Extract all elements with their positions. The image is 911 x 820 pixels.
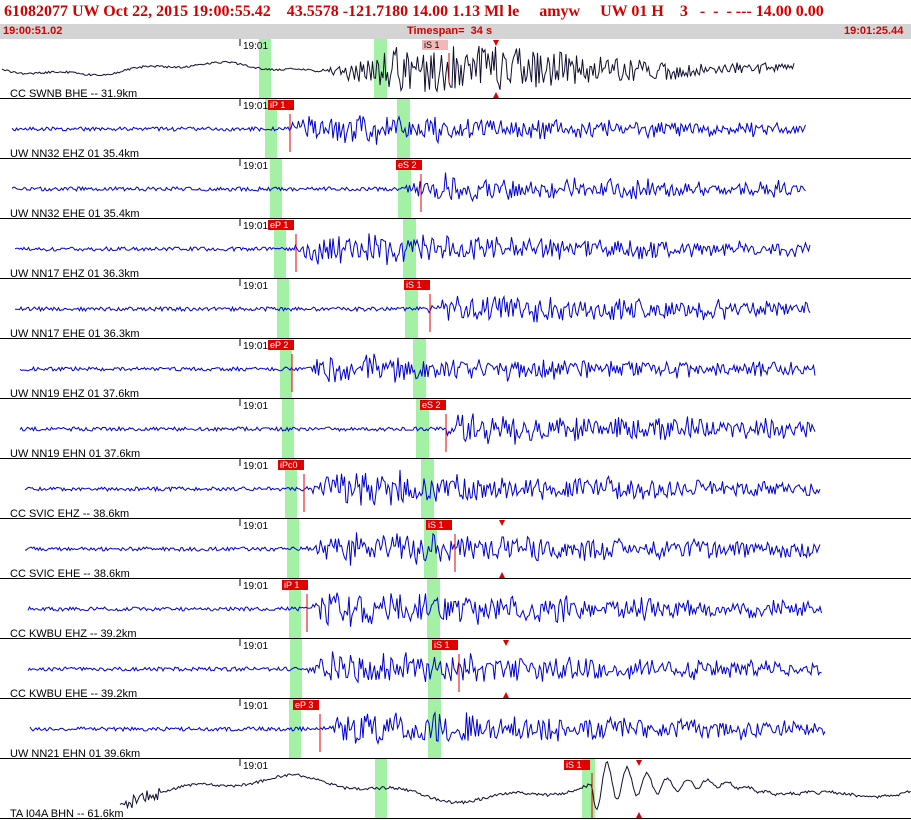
trace-panel[interactable]: 19:01 iS 1TA I04A BHN -- 61.6km	[0, 759, 911, 820]
waveform-trace	[29, 710, 826, 745]
trace-panel[interactable]: 19:01 iPc0CC SVIC EHZ -- 38.6km	[0, 459, 911, 520]
trace-panel[interactable]: 19:01 iS 1CC KWBU EHE -- 39.2km	[0, 639, 911, 700]
pick-label: iS 1	[424, 40, 440, 50]
end-time: 19:01:25.44	[844, 25, 904, 37]
s-window-band	[427, 579, 440, 639]
time-tick-label: 19:01	[243, 221, 268, 232]
pick-label: eP 3	[295, 700, 313, 710]
trace-panel[interactable]: 19:01 iS 1CC SWNB BHE -- 31.9km	[0, 39, 911, 100]
time-tick-label: 19:01	[243, 701, 268, 712]
trace-panel[interactable]: 19:01 eP 3UW NN21 EHN 01 39.6km	[0, 699, 911, 760]
time-tick-label: 19:01	[243, 161, 268, 172]
pick-label: eS 2	[398, 160, 417, 170]
event-header: 61082077 UW Oct 22, 2015 19:00:55.42 43.…	[0, 0, 911, 24]
timespan-label: Timespan= 34 s	[407, 25, 493, 37]
time-tick-label: 19:01	[243, 581, 268, 592]
pick-label: iPc0	[280, 460, 298, 470]
pick-label: iS 1	[566, 760, 582, 770]
s-window-band	[403, 219, 416, 279]
trace-panel[interactable]: 19:01 iP 1UW NN32 EHZ 01 35.4km	[0, 99, 911, 160]
seismogram-panel[interactable]: 19:01 iS 1CC SWNB BHE -- 31.9km19:01 iP 1U…	[0, 39, 911, 820]
s-window-band	[397, 99, 410, 159]
arrival-marker-top	[503, 640, 509, 646]
pick-label: eP 2	[270, 340, 288, 350]
time-tick-label: 19:01	[243, 761, 268, 772]
pick-label: iS 1	[406, 280, 422, 290]
waveform-trace	[27, 651, 822, 684]
pick-label: eP 1	[270, 220, 288, 230]
time-tick-label: 19:01	[243, 461, 268, 472]
time-tick-label: 19:01	[243, 521, 268, 532]
arrival-marker-bottom	[503, 692, 509, 698]
waveform-trace	[119, 760, 911, 811]
arrival-marker-bottom	[499, 572, 505, 578]
arrival-marker-bottom	[493, 92, 499, 98]
start-time: 19:00:51.02	[3, 25, 63, 37]
pick-label: iS 1	[428, 520, 444, 530]
trace-panel[interactable]: 19:01 iS 1UW NN17 EHE 01 36.3km	[0, 279, 911, 340]
arrival-marker-top	[499, 520, 505, 526]
trace-panel[interactable]: 19:01 iP 1CC KWBU EHZ -- 39.2km	[0, 579, 911, 640]
trace-panel[interactable]: 19:01 eS 2UW NN32 EHE 01 35.4km	[0, 159, 911, 220]
trace-panel[interactable]: 19:01 eS 2UW NN19 EHN 01 37.6km	[0, 399, 911, 460]
waveform-trace	[24, 532, 821, 566]
time-tick-label: 19:01	[243, 341, 268, 352]
waveform-trace	[27, 592, 822, 627]
pick-label: eS 2	[422, 400, 441, 410]
time-tick-label: 19:01	[243, 101, 268, 112]
event-title: 61082077 UW Oct 22, 2015 19:00:55.42 43.…	[4, 3, 824, 20]
time-tick-label: 19:01	[243, 401, 268, 412]
pick-label: iP 1	[270, 100, 285, 110]
pick-label: iS 1	[434, 640, 450, 650]
arrival-marker-top	[636, 760, 642, 766]
time-bar: 19:00:51.02 Timespan= 34 s 19:01:25.44	[0, 24, 911, 39]
trace-panel[interactable]: 19:01 iS 1CC SVIC EHE -- 38.6km	[0, 519, 911, 580]
time-tick-label: 19:01	[243, 641, 268, 652]
time-tick-label: 19:01	[243, 281, 268, 292]
arrival-marker-top	[493, 40, 499, 46]
waveform-trace	[1, 45, 795, 94]
trace-panel[interactable]: 19:01 eP 2UW NN19 EHZ 01 37.6km	[0, 339, 911, 400]
pick-label: iP 1	[284, 580, 299, 590]
time-tick-label: 19:01	[243, 41, 268, 52]
arrival-marker-bottom	[636, 812, 642, 818]
trace-panel[interactable]: 19:01 eP 1UW NN17 EHZ 01 36.3km	[0, 219, 911, 280]
